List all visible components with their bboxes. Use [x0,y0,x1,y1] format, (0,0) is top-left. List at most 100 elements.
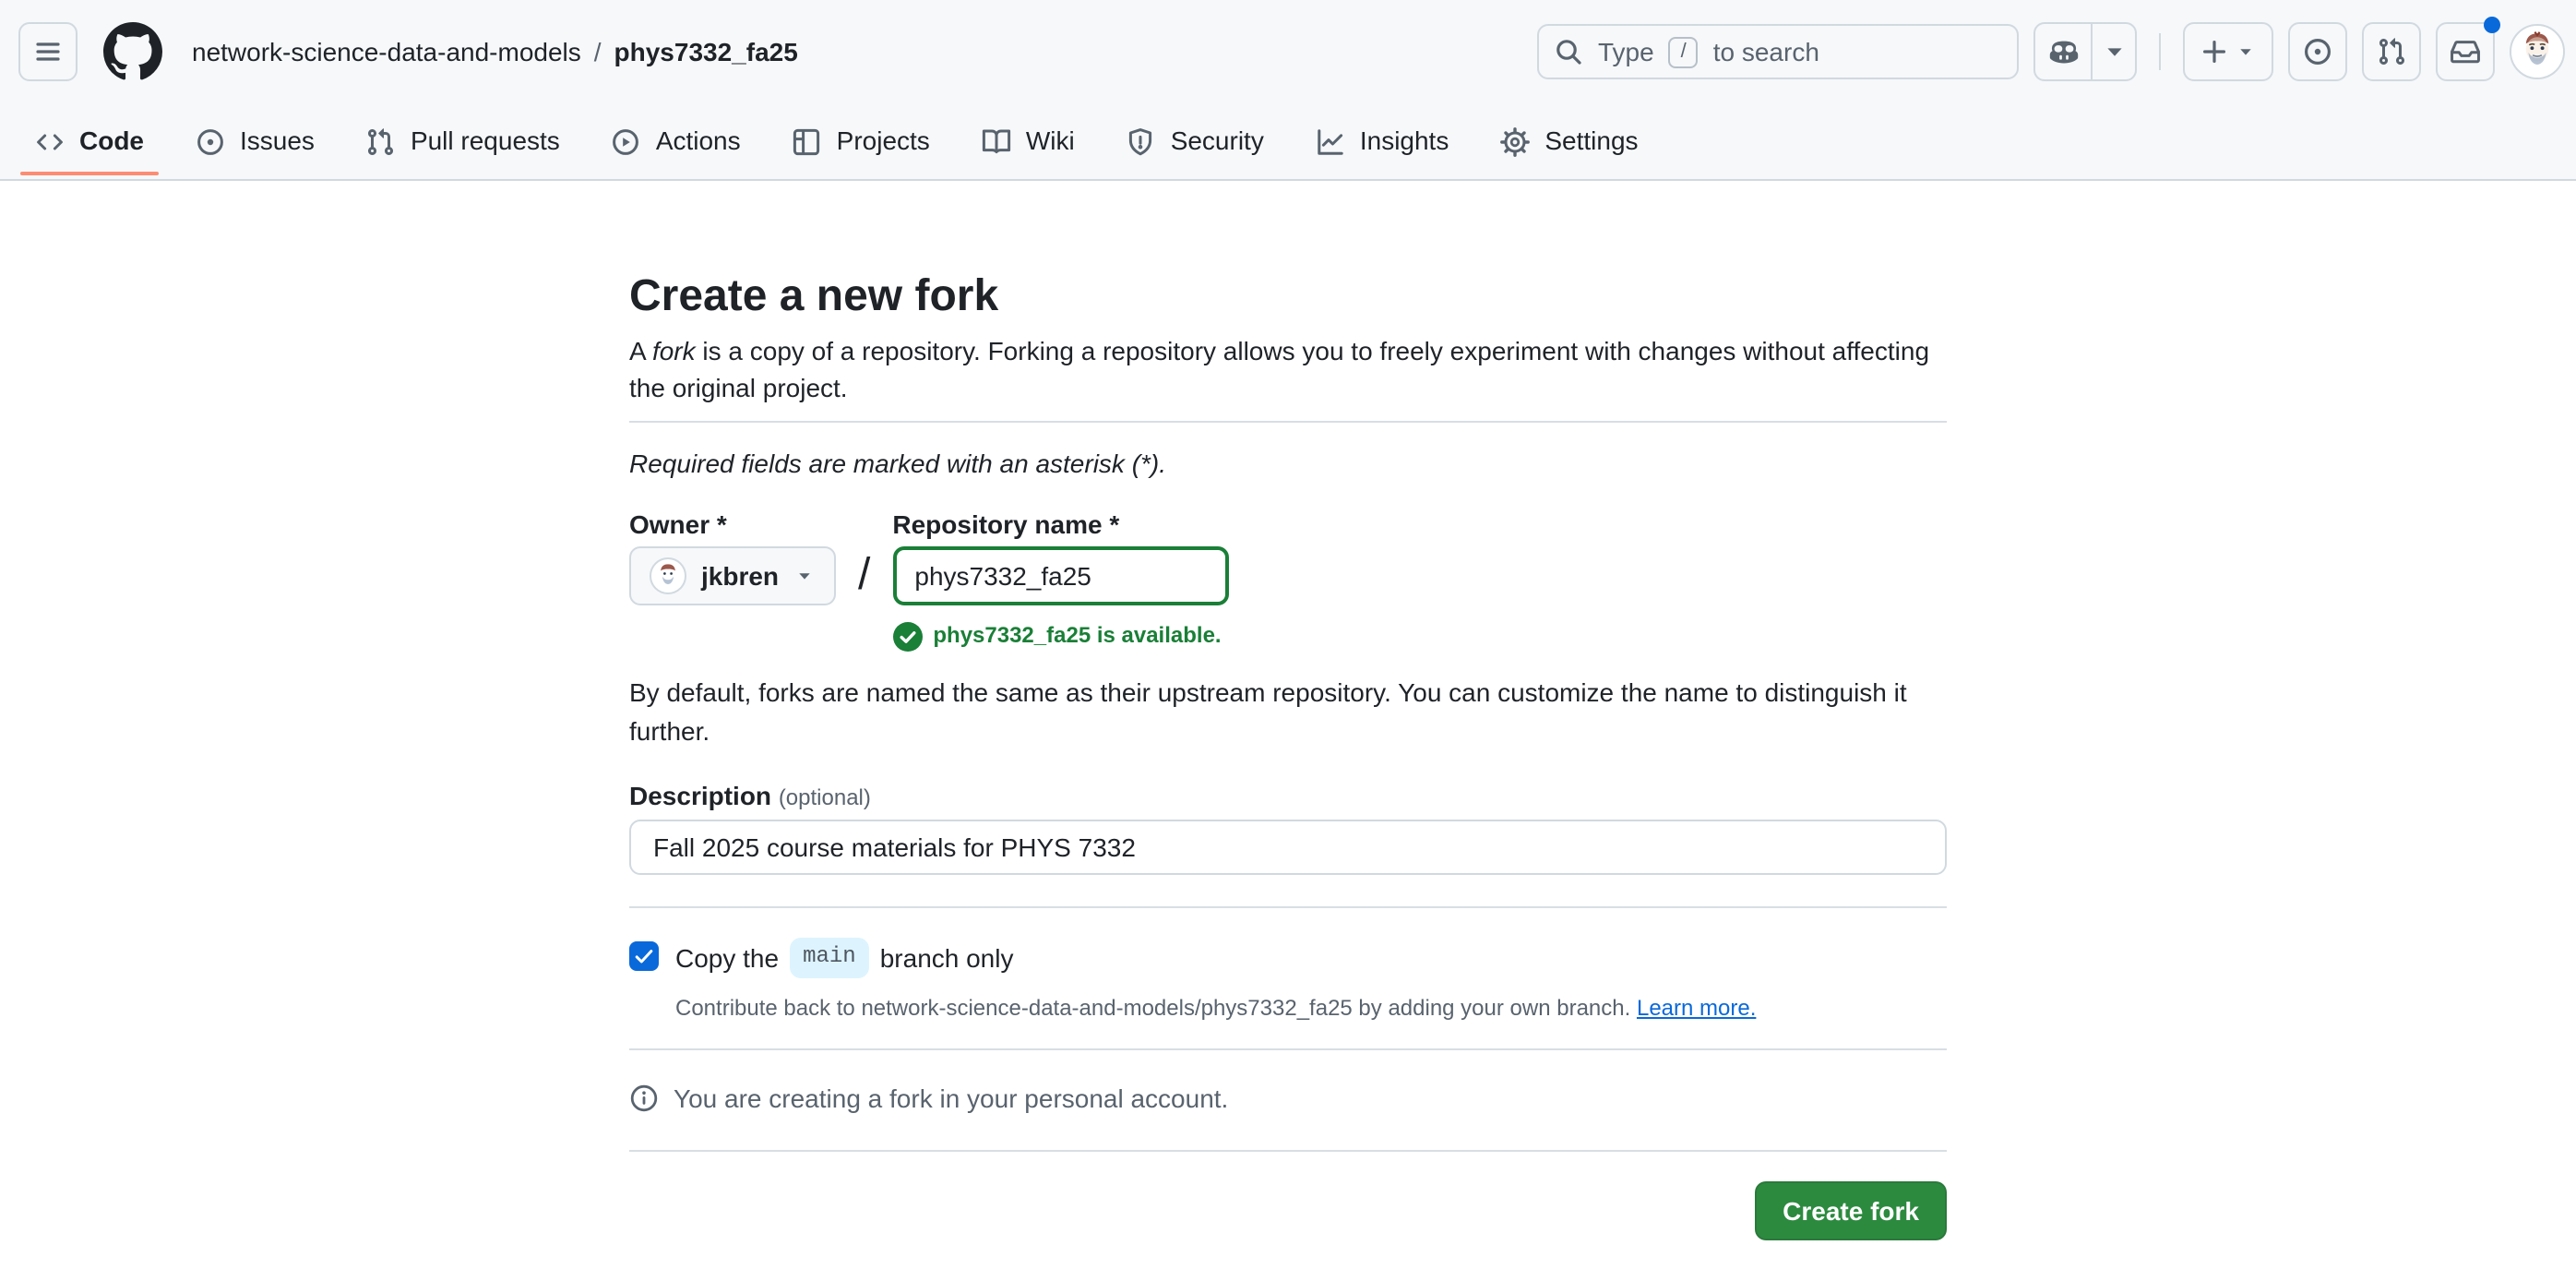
copy-main-branch-label[interactable]: Copy the main branch only [675,938,1014,978]
required-fields-note: Required fields are marked with an aster… [629,449,1167,478]
inbox-icon [2451,37,2480,66]
pull-requests-dashboard-button[interactable] [2362,22,2421,81]
fork-word: fork [651,336,696,365]
plus-icon [2200,37,2229,66]
slash-keycap: / [1668,36,1699,67]
git-pull-request-icon [2377,37,2406,66]
tab-label: Code [79,126,144,156]
tab-label: Issues [240,126,315,156]
tab-security[interactable]: Security [1110,103,1281,179]
tab-code[interactable]: Code [18,103,161,179]
search-input[interactable]: Type / to search [1537,24,2019,79]
branch-option-text: Copy the main branch only [675,938,1014,978]
git-pull-request-icon [366,126,396,156]
description-field: Description (optional) [629,780,1947,876]
owner-name: jkbren [701,561,780,591]
tab-issues[interactable]: Issues [179,103,331,179]
repo-name-input[interactable] [892,546,1229,605]
divider [629,1150,1947,1153]
owner-repo-separator: / [858,550,871,600]
user-avatar[interactable] [2510,24,2565,79]
description-input[interactable] [629,820,1947,876]
tab-label: Settings [1544,126,1639,156]
divider [629,906,1947,909]
optional-tag: (optional) [778,784,871,811]
chevron-down-icon [2099,37,2129,66]
personal-note-text: You are creating a fork in your personal… [674,1083,1229,1113]
code-icon [35,126,65,156]
breadcrumb-repo-link[interactable]: phys7332_fa25 [614,37,798,66]
learn-more-link[interactable]: Learn more. [1637,995,1756,1021]
tab-label: Projects [836,126,930,156]
tab-wiki[interactable]: Wiki [965,103,1091,179]
copy-main-branch-checkbox[interactable] [629,941,659,972]
owner-repo-row: Owner * jkbren / Repository name * phys7… [629,508,1947,652]
gear-icon [1500,126,1531,156]
unread-notification-dot [2484,17,2500,33]
repo-nav: Code Issues Pull requests Actions Projec… [0,103,2576,181]
inbox-wrapper [2436,17,2500,81]
check-circle-icon [892,621,923,652]
app-header: network-science-data-and-models / phys7332… [0,0,2576,103]
breadcrumb: network-science-data-and-models / phys7332… [192,33,798,71]
search-placeholder-prefix: Type [1598,36,1654,66]
owner-field: Owner * jkbren [629,508,837,605]
play-icon [612,126,641,156]
form-actions: Create fork [629,1181,1947,1241]
breadcrumb-separator: / [593,36,602,66]
hamburger-menu-button[interactable] [18,22,78,81]
create-new-button[interactable] [2183,22,2273,81]
owner-label: Owner * [629,509,727,539]
search-placeholder-suffix: to search [1712,36,1819,66]
availability-text: phys7332_fa25 is available. [933,622,1222,648]
hamburger-icon [33,37,63,66]
chevron-down-icon [2235,41,2257,63]
intro-text: A fork is a copy of a repository. Forkin… [629,336,1930,402]
tab-label: Actions [655,126,741,156]
owner-avatar [650,557,686,594]
header-actions: Type / to search [1537,17,2565,81]
shield-icon [1127,126,1156,156]
issue-opened-icon [196,126,225,156]
info-icon [629,1083,659,1113]
copilot-button[interactable] [2033,22,2137,81]
search-icon [1554,37,1583,66]
tab-label: Pull requests [410,126,560,156]
tab-settings[interactable]: Settings [1484,103,1654,179]
graph-icon [1316,126,1345,156]
book-icon [982,126,1011,156]
description-label: Description (optional) [629,781,871,811]
divider [629,421,1947,423]
copilot-dropdown-caret[interactable] [2093,24,2135,79]
copilot-icon [2035,24,2093,79]
issue-opened-icon [2303,37,2332,66]
page-title: Create a new fork [629,271,999,321]
owner-select[interactable]: jkbren [629,546,837,605]
chevron-down-icon [793,565,816,587]
tab-label: Security [1170,126,1264,156]
divider [629,1048,1947,1050]
table-icon [793,126,822,156]
check-icon [633,946,655,968]
breadcrumb-owner-link[interactable]: network-science-data-and-models [192,37,581,66]
tab-actions[interactable]: Actions [595,103,757,179]
header-divider [2159,33,2161,70]
branch-name-chip: main [790,938,869,978]
naming-note: By default, forks are named the same as … [629,677,1907,747]
availability-message: phys7332_fa25 is available. [892,620,1228,652]
tab-label: Wiki [1025,126,1075,156]
tab-insights[interactable]: Insights [1299,103,1466,179]
repo-name-field: Repository name * phys7332_fa25 is avail… [892,508,1229,652]
personal-account-note: You are creating a fork in your personal… [629,1080,1947,1118]
tab-projects[interactable]: Projects [776,103,947,179]
issues-dashboard-button[interactable] [2288,22,2347,81]
github-logo[interactable] [103,22,162,81]
create-fork-form: Create a new fork A fork is a copy of a … [629,181,1947,1241]
github-create-fork-page: network-science-data-and-models / phys7332… [0,0,2576,1281]
tab-label: Insights [1359,126,1449,156]
repo-name-label: Repository name * [892,509,1120,539]
create-fork-button[interactable]: Create fork [1755,1181,1947,1241]
tab-pull-requests[interactable]: Pull requests [350,103,577,179]
branch-help-text: Contribute back to network-science-data-… [675,994,1757,1021]
branch-option-row: Copy the main branch only [629,938,1947,978]
